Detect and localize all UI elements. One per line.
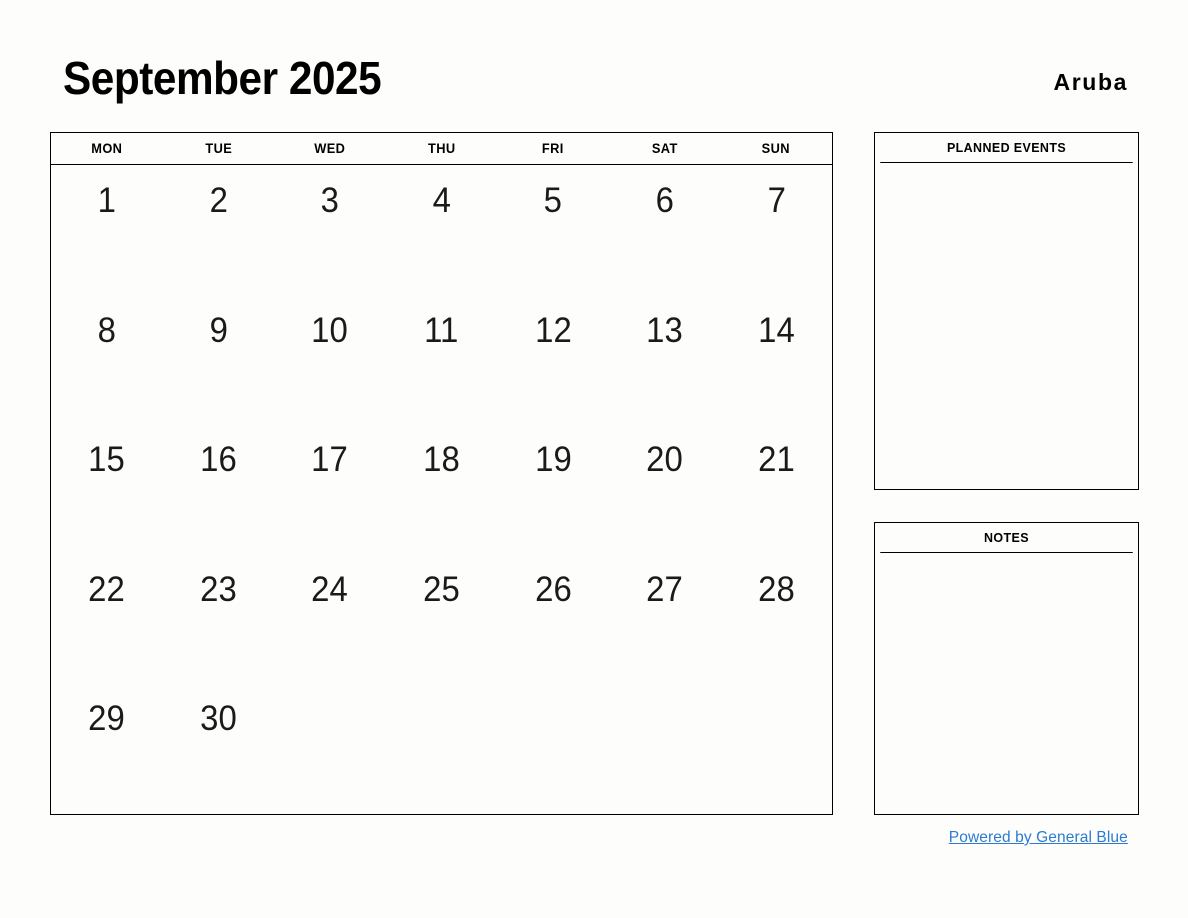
day-number: 25 bbox=[423, 569, 460, 609]
day-cell-empty bbox=[274, 683, 386, 813]
day-cell[interactable]: 20 bbox=[609, 424, 721, 554]
calendar-week-row: 1 2 3 4 5 6 7 bbox=[51, 165, 832, 295]
day-number: 3 bbox=[320, 181, 340, 220]
weekday-header-fri: FRI bbox=[542, 141, 565, 156]
day-number: 2 bbox=[209, 181, 228, 220]
weekday-header-mon: MON bbox=[91, 141, 123, 156]
day-number: 17 bbox=[311, 440, 349, 480]
calendar-week-row: 15 16 17 18 19 20 21 bbox=[51, 424, 832, 554]
day-cell[interactable]: 19 bbox=[497, 424, 609, 554]
day-number: 5 bbox=[543, 181, 563, 220]
day-cell[interactable]: 1 bbox=[51, 165, 163, 295]
day-cell[interactable]: 21 bbox=[720, 424, 832, 554]
notes-title: NOTES bbox=[880, 523, 1133, 553]
day-number: 10 bbox=[311, 310, 349, 350]
day-number: 16 bbox=[200, 440, 237, 480]
day-number: 8 bbox=[97, 310, 116, 350]
day-cell-empty bbox=[386, 683, 498, 813]
day-number: 4 bbox=[432, 181, 451, 220]
day-cell[interactable]: 18 bbox=[386, 424, 498, 554]
weekday-header-sun: SUN bbox=[762, 141, 791, 156]
day-cell[interactable]: 27 bbox=[609, 554, 721, 684]
day-number: 23 bbox=[200, 569, 237, 609]
day-number: 1 bbox=[97, 181, 116, 220]
day-number: 28 bbox=[757, 569, 795, 609]
day-cell[interactable]: 28 bbox=[720, 554, 832, 684]
day-cell[interactable]: 16 bbox=[163, 424, 275, 554]
day-number: 22 bbox=[88, 569, 126, 609]
weekday-header-tue: TUE bbox=[204, 141, 232, 156]
day-cell[interactable]: 7 bbox=[720, 165, 832, 295]
day-cell[interactable]: 6 bbox=[609, 165, 721, 295]
day-number: 30 bbox=[200, 699, 237, 739]
day-cell-empty bbox=[609, 683, 721, 813]
day-cell[interactable]: 13 bbox=[609, 295, 721, 425]
page-title: September 2025 bbox=[63, 52, 382, 104]
calendar-weeks: 1 2 3 4 5 6 7 8 9 10 11 12 13 14 15 16 1… bbox=[51, 165, 832, 813]
day-number: 13 bbox=[646, 310, 683, 350]
planned-events-panel: PLANNED EVENTS bbox=[874, 132, 1139, 490]
weekday-header-sat: SAT bbox=[651, 141, 678, 156]
page-header: September 2025 Aruba bbox=[63, 53, 1128, 113]
calendar-week-row: 29 30 bbox=[51, 683, 832, 813]
day-cell[interactable]: 12 bbox=[497, 295, 609, 425]
day-cell[interactable]: 2 bbox=[163, 165, 275, 295]
day-cell[interactable]: 25 bbox=[386, 554, 498, 684]
day-cell[interactable]: 26 bbox=[497, 554, 609, 684]
calendar-grid: MON TUE WED THU FRI SAT SUN 1 2 3 4 5 6 … bbox=[50, 132, 833, 815]
day-number: 15 bbox=[88, 440, 126, 480]
day-number: 9 bbox=[209, 310, 228, 350]
day-cell[interactable]: 9 bbox=[163, 295, 275, 425]
weekday-header-thu: THU bbox=[427, 141, 456, 156]
calendar-week-row: 8 9 10 11 12 13 14 bbox=[51, 295, 832, 425]
day-number: 11 bbox=[424, 310, 459, 350]
planned-events-title: PLANNED EVENTS bbox=[880, 133, 1133, 163]
day-cell[interactable]: 23 bbox=[163, 554, 275, 684]
weekday-header-row: MON TUE WED THU FRI SAT SUN bbox=[51, 133, 832, 165]
day-number: 6 bbox=[655, 181, 674, 220]
day-number: 14 bbox=[757, 310, 795, 350]
day-cell[interactable]: 22 bbox=[51, 554, 163, 684]
day-number: 21 bbox=[757, 440, 795, 480]
notes-panel: NOTES bbox=[874, 522, 1139, 815]
day-number: 24 bbox=[311, 569, 349, 609]
day-cell[interactable]: 24 bbox=[274, 554, 386, 684]
day-cell[interactable]: 30 bbox=[163, 683, 275, 813]
day-cell[interactable]: 4 bbox=[386, 165, 498, 295]
planned-events-writing-area[interactable] bbox=[875, 163, 1138, 490]
day-number: 27 bbox=[646, 569, 683, 609]
day-cell-empty bbox=[720, 683, 832, 813]
day-cell[interactable]: 11 bbox=[386, 295, 498, 425]
day-cell[interactable]: 10 bbox=[274, 295, 386, 425]
footer: Powered by General Blue bbox=[874, 829, 1139, 847]
day-number: 20 bbox=[646, 440, 683, 480]
day-cell[interactable]: 15 bbox=[51, 424, 163, 554]
day-number: 12 bbox=[534, 310, 572, 350]
powered-by-link[interactable]: Powered by General Blue bbox=[949, 829, 1128, 847]
calendar-week-row: 22 23 24 25 26 27 28 bbox=[51, 554, 832, 684]
day-cell[interactable]: 29 bbox=[51, 683, 163, 813]
day-cell-empty bbox=[497, 683, 609, 813]
day-cell[interactable]: 8 bbox=[51, 295, 163, 425]
day-cell[interactable]: 17 bbox=[274, 424, 386, 554]
location-label: Aruba bbox=[1053, 69, 1128, 95]
day-number: 19 bbox=[534, 440, 572, 480]
day-number: 18 bbox=[423, 440, 460, 480]
weekday-header-wed: WED bbox=[314, 141, 346, 156]
day-number: 29 bbox=[88, 699, 126, 739]
day-cell[interactable]: 14 bbox=[720, 295, 832, 425]
day-cell[interactable]: 5 bbox=[497, 165, 609, 295]
notes-writing-area[interactable] bbox=[875, 553, 1138, 815]
day-cell[interactable]: 3 bbox=[274, 165, 386, 295]
calendar-page: September 2025 Aruba MON TUE WED THU FRI… bbox=[0, 0, 1188, 918]
day-number: 26 bbox=[534, 569, 572, 609]
day-number: 7 bbox=[767, 181, 786, 220]
